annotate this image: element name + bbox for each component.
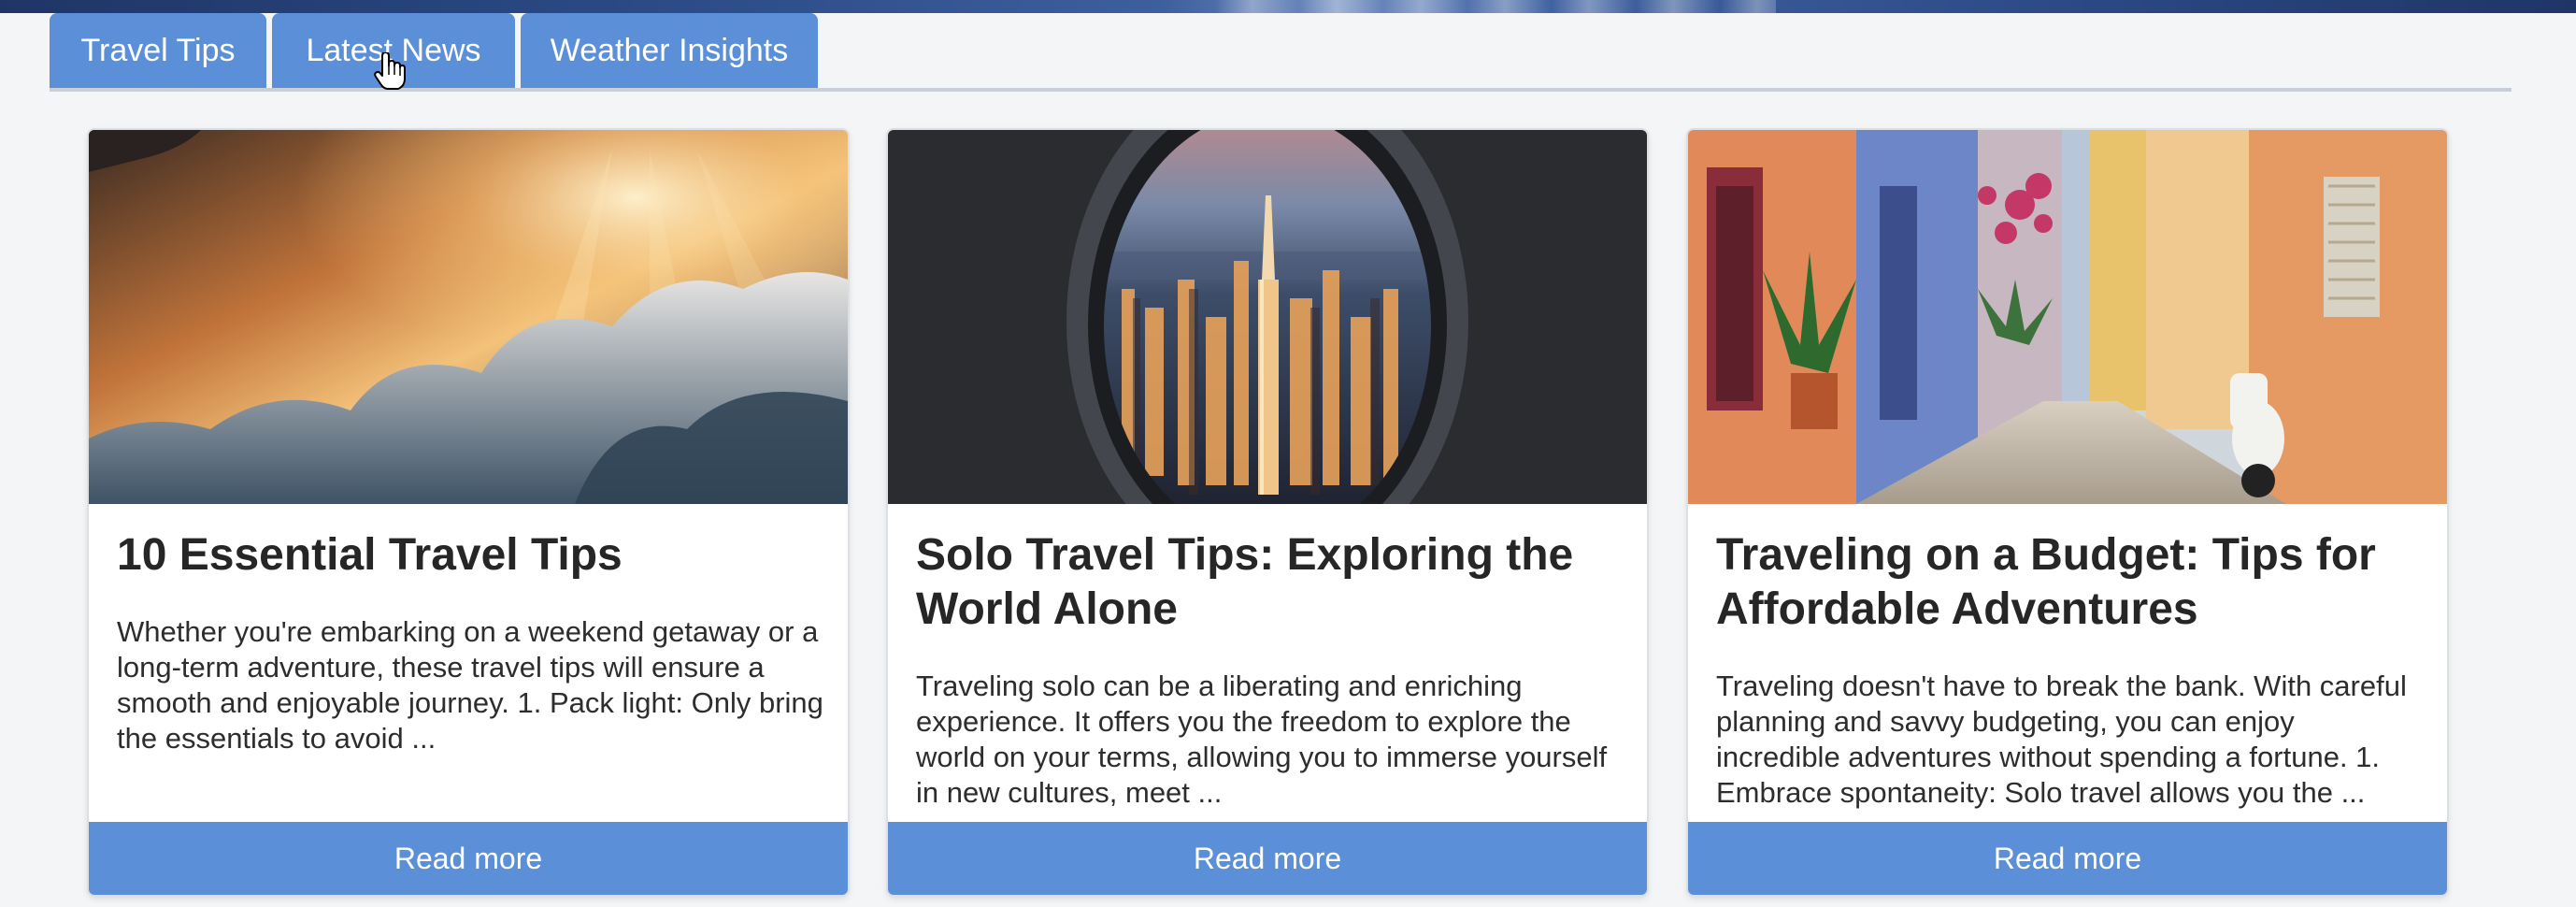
read-more-button[interactable]: Read more (1688, 822, 2447, 895)
card-excerpt: Whether you're embarking on a weekend ge… (117, 615, 823, 755)
hand-pointer-icon (374, 51, 406, 90)
article-card: Traveling on a Budget: Tips for Affordab… (1688, 130, 2447, 895)
card-image-colorful-alley[interactable] (1688, 130, 2447, 504)
read-more-button[interactable]: Read more (888, 822, 1647, 895)
tab-weather-insights[interactable]: Weather Insights (521, 13, 818, 88)
article-card: Solo Travel Tips: Exploring the World Al… (888, 130, 1647, 895)
card-image-sunset-clouds[interactable] (89, 130, 848, 504)
article-card: 10 Essential Travel Tips Whether you're … (89, 130, 848, 895)
card-title[interactable]: Traveling on a Budget: Tips for Affordab… (1716, 528, 2426, 637)
read-more-button[interactable]: Read more (89, 822, 848, 895)
card-excerpt: Traveling solo can be a liberating and e… (916, 669, 1608, 809)
card-excerpt: Traveling doesn't have to break the bank… (1716, 669, 2407, 809)
category-tabs: Travel Tips Latest News Weather Insights (50, 13, 2512, 92)
tab-travel-tips[interactable]: Travel Tips (50, 13, 266, 88)
card-title[interactable]: Solo Travel Tips: Exploring the World Al… (916, 528, 1626, 637)
card-image-airplane-window-city[interactable] (888, 130, 1647, 504)
card-title[interactable]: 10 Essential Travel Tips (117, 528, 827, 583)
hero-banner-strip (0, 0, 2576, 13)
